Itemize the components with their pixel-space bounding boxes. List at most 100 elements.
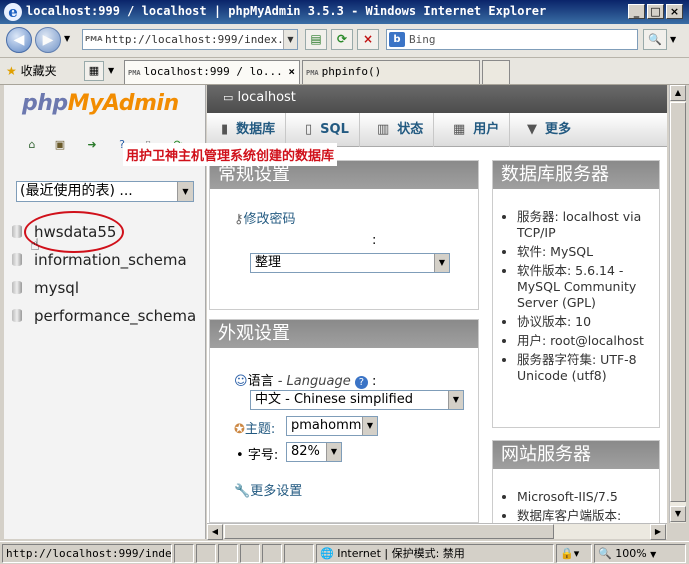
status-seg	[174, 544, 194, 563]
language-select[interactable]: 中文 - Chinese simplified ▼	[250, 390, 464, 410]
tab-label: localhost:999 / lo...	[143, 65, 283, 78]
query-window-icon[interactable]: ➜	[84, 137, 100, 153]
history-dropdown-icon[interactable]: ▼	[64, 34, 70, 43]
tab-sql[interactable]: ▯ SQL	[295, 113, 360, 147]
server-breadcrumb[interactable]: ▭ localhost	[207, 85, 667, 113]
zone-label: Internet | 保护模式: 禁用	[337, 547, 465, 560]
star-icon: ★	[6, 64, 17, 78]
new-tab-button[interactable]	[482, 60, 510, 84]
list-item: 软件版本: 5.6.14 - MySQL Community Server (G…	[517, 263, 659, 311]
db-name: mysql	[34, 279, 79, 297]
tab-users[interactable]: ▦ 用户	[443, 113, 511, 147]
phpmyadmin-logo[interactable]: phpMyAdmin	[22, 91, 179, 116]
search-placeholder: Bing	[409, 33, 436, 46]
users-icon: ▦	[453, 122, 466, 137]
maximize-button[interactable]: □	[647, 4, 664, 19]
vertical-scrollbar[interactable]: ▲ ▼	[669, 85, 686, 523]
favorites-button[interactable]: ★ 收藏夹	[6, 62, 57, 79]
status-seg	[196, 544, 216, 563]
home-icon[interactable]: ⌂	[24, 137, 40, 153]
web-server-panel: 网站服务器 Microsoft-IIS/7.5 数据库客户端版本:	[492, 440, 660, 523]
favorites-label: 收藏夹	[20, 64, 57, 78]
scroll-left-button[interactable]: ◀	[207, 524, 223, 540]
scroll-right-button[interactable]: ▶	[650, 524, 666, 540]
protected-mode-icon[interactable]: 🔒▾	[556, 544, 592, 563]
database-icon	[12, 281, 22, 294]
db-name: information_schema	[34, 251, 187, 269]
tab-more[interactable]: ▼ 更多	[517, 113, 581, 147]
list-item: 服务器字符集: UTF-8 Unicode (utf8)	[517, 352, 659, 384]
tab-label: 状态	[397, 122, 424, 137]
tab-label: 更多	[545, 122, 572, 137]
status-url: http://localhost:999/index.j	[2, 544, 172, 563]
list-item: 协议版本: 10	[517, 314, 659, 330]
forward-button[interactable]: ▶	[35, 27, 61, 53]
status-seg	[218, 544, 238, 563]
chevron-down-icon: ▼	[177, 182, 193, 201]
cursor-hand-icon: ☝	[30, 235, 40, 254]
language-italic: - Language	[277, 374, 351, 389]
language-icon: ☺	[234, 374, 248, 389]
scroll-thumb[interactable]	[670, 102, 686, 502]
recent-tables-value: (最近使用的表) ...	[20, 183, 133, 199]
help-icon[interactable]: ?	[354, 376, 368, 389]
scroll-down-button[interactable]: ▼	[670, 506, 686, 522]
logout-icon[interactable]: ▣	[52, 137, 68, 153]
quick-tabs-icon[interactable]: ▦	[84, 61, 104, 81]
zoom-value: 100%	[615, 547, 647, 560]
db-item-mysql[interactable]: mysql	[12, 275, 79, 301]
logo-php: php	[22, 91, 68, 116]
back-button[interactable]: ◀	[6, 27, 32, 53]
security-zone[interactable]: 🌐 Internet | 保护模式: 禁用	[316, 544, 554, 563]
key-icon: ⚷	[234, 212, 244, 227]
horizontal-scrollbar[interactable]: ◀ ▶	[207, 523, 667, 540]
chevron-down-icon: ▼	[527, 122, 537, 137]
theme-select[interactable]: pmahomme ▼	[286, 416, 378, 436]
annotation-label: 用护卫神主机管理系统创建的数据库	[123, 143, 338, 166]
theme-label[interactable]: ✪主题:	[234, 418, 275, 437]
change-password-label: 修改密码	[243, 212, 296, 227]
server-name: localhost	[237, 90, 296, 105]
collation-select[interactable]: 整理 ▼	[250, 253, 450, 273]
tab-label: SQL	[320, 122, 349, 137]
font-size-select[interactable]: 82% ▼	[286, 442, 342, 462]
appearance-settings-title: 外观设置	[210, 320, 478, 348]
appearance-settings-panel: 外观设置 ☺语言 - Language ? : 中文 - Chinese sim…	[209, 319, 479, 523]
collation-value: 整理	[255, 255, 282, 270]
tabs-bar: ★ 收藏夹 ▦ ▼ PMA localhost:999 / lo... × PMA…	[0, 58, 689, 85]
tab-databases[interactable]: ▮ 数据库	[211, 113, 287, 147]
stop-icon[interactable]: ×	[357, 29, 379, 50]
close-tab-icon[interactable]: ×	[288, 61, 295, 83]
language-value: 中文 - Chinese simplified	[255, 392, 413, 407]
db-item-performance-schema[interactable]: performance_schema	[12, 303, 196, 329]
change-password-link[interactable]: ⚷修改密码	[234, 208, 296, 227]
search-input[interactable]: b Bing	[386, 29, 638, 50]
search-options-icon[interactable]: ▼	[670, 35, 676, 44]
scroll-h-thumb[interactable]	[224, 524, 554, 539]
search-go-icon[interactable]: 🔍	[643, 29, 667, 50]
address-bar[interactable]: PMA http://localhost:999/index.ph ▼	[82, 29, 298, 50]
tab-label: phpinfo()	[321, 65, 382, 78]
minimize-button[interactable]: _	[628, 4, 645, 19]
tab-status[interactable]: ▥ 状态	[367, 113, 435, 147]
scroll-up-button[interactable]: ▲	[670, 85, 686, 101]
close-window-button[interactable]: ×	[666, 4, 683, 19]
status-seg	[240, 544, 260, 563]
refresh-icon[interactable]: ⟳	[331, 29, 353, 50]
tab-phpinfo[interactable]: PMA phpinfo()	[302, 60, 480, 84]
more-settings-link[interactable]: 🔧更多设置	[234, 480, 302, 499]
compatibility-view-icon[interactable]: ▤	[305, 29, 327, 50]
list-item: 数据库客户端版本:	[517, 508, 659, 523]
recent-tables-select[interactable]: (最近使用的表) ... ▼	[16, 181, 194, 202]
status-seg	[284, 544, 314, 563]
zoom-control[interactable]: 🔍 100% ▼	[594, 544, 686, 563]
address-dropdown-icon[interactable]: ▼	[283, 30, 297, 49]
collation-colon: :	[372, 233, 377, 248]
list-item: 服务器: localhost via TCP/IP	[517, 209, 659, 241]
font-size-label: • 字号:	[236, 448, 279, 463]
tab-phpmyadmin[interactable]: PMA localhost:999 / lo... ×	[124, 60, 300, 84]
language-label: ☺语言 - Language ? :	[234, 374, 377, 389]
zoom-icon: 🔍	[598, 547, 612, 560]
tab-list-icon[interactable]: ▼	[108, 66, 114, 75]
database-server-title: 数据库服务器	[493, 161, 659, 189]
